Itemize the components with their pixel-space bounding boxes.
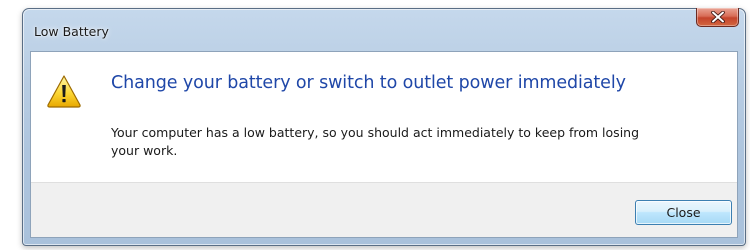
warning-icon xyxy=(47,75,81,108)
close-button[interactable]: Close xyxy=(635,200,732,225)
title-bar[interactable]: Low Battery xyxy=(23,8,745,51)
dialog-content: Change your battery or switch to outlet … xyxy=(30,51,738,238)
button-footer: Close xyxy=(31,182,737,237)
titlebar-close-button[interactable] xyxy=(696,8,739,27)
message-heading: Change your battery or switch to outlet … xyxy=(111,73,626,93)
message-body: Your computer has a low battery, so you … xyxy=(111,125,640,158)
close-icon xyxy=(710,11,725,23)
window-title: Low Battery xyxy=(34,24,109,39)
low-battery-dialog: Low Battery Change your battery or switc… xyxy=(22,8,746,246)
